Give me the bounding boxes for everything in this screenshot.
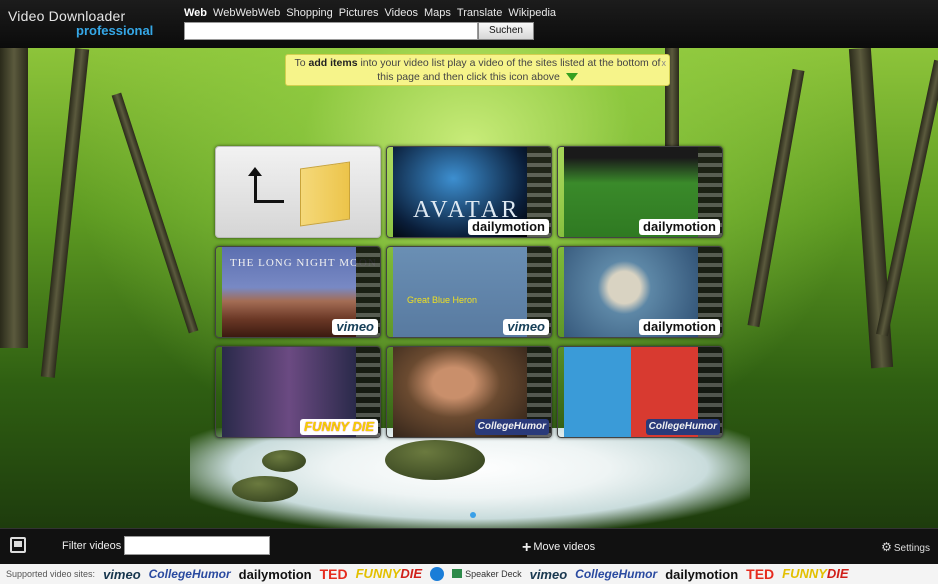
nav-pictures[interactable]: Pictures — [339, 7, 379, 19]
tree-trunk — [876, 59, 938, 337]
plus-icon: + — [522, 539, 532, 556]
tree-trunk — [0, 48, 28, 348]
site-badge: dailymotion — [468, 219, 549, 235]
circle-site-logo[interactable] — [430, 567, 445, 581]
rock — [385, 440, 485, 480]
back-folder-tile[interactable] — [215, 146, 381, 238]
site-badge: vimeo — [503, 319, 549, 335]
filter-videos-input[interactable] — [124, 536, 270, 555]
gallery-icon[interactable] — [10, 537, 26, 553]
up-arrow-icon — [254, 173, 284, 203]
search-input[interactable] — [184, 22, 478, 40]
up-arrow-head — [248, 167, 262, 176]
site-badge: vimeo — [332, 319, 378, 335]
vimeo-logo[interactable]: vimeo — [103, 567, 141, 582]
dailymotion-logo[interactable]: dailymotion — [239, 567, 312, 582]
down-arrow-icon — [565, 73, 578, 82]
nav-videos[interactable]: Videos — [385, 7, 418, 19]
site-badge: CollegeHumor — [645, 419, 720, 435]
video-tile[interactable]: AVATAR dailymotion — [386, 146, 552, 238]
vimeo-logo[interactable]: vimeo — [530, 567, 568, 582]
ted-logo[interactable]: TED — [320, 566, 348, 582]
app-title: Video Downloader — [8, 8, 126, 24]
bottom-toolbar: Filter videos + Move videos ⚙ Settings — [0, 528, 938, 564]
settings-button[interactable]: ⚙ Settings — [881, 540, 930, 554]
ted-logo[interactable]: TED — [746, 566, 774, 582]
nav-web[interactable]: Web — [184, 7, 207, 19]
notice-bold: add items — [308, 57, 358, 69]
rock — [232, 476, 298, 502]
site-badge: CollegeHumor — [474, 419, 549, 435]
collegehumor-logo[interactable]: CollegeHumor — [149, 567, 231, 581]
thumbnail-title: Great Blue Heron — [407, 295, 478, 305]
site-badge: dailymotion — [639, 219, 720, 235]
supported-sites-label: Supported video sites: — [6, 569, 96, 579]
funnyordie-logo[interactable]: FUNNYDIE — [782, 565, 848, 583]
thumbnail-title: THE LONG NIGHT MOON — [230, 257, 377, 269]
video-tile[interactable]: FUNNY DIE — [215, 346, 381, 438]
dailymotion-logo[interactable]: dailymotion — [665, 567, 738, 582]
site-badge: FUNNY DIE — [300, 419, 378, 435]
close-notice-button[interactable]: x — [662, 56, 667, 70]
video-tile[interactable]: CollegeHumor — [386, 346, 552, 438]
video-tile[interactable]: CollegeHumor — [557, 346, 723, 438]
move-videos-label: Move videos — [533, 541, 596, 553]
search-nav: Web WebWebWeb Shopping Pictures Videos M… — [184, 7, 556, 19]
nav-wikipedia[interactable]: Wikipedia — [508, 7, 556, 19]
gear-icon: ⚙ — [881, 540, 892, 554]
tree-trunk — [111, 92, 199, 334]
settings-label: Settings — [893, 543, 930, 554]
app-subtitle: professional — [76, 23, 154, 38]
video-tile[interactable]: Great Blue Heron vimeo — [386, 246, 552, 338]
rock — [262, 450, 306, 472]
site-badge: dailymotion — [639, 319, 720, 335]
nav-shopping[interactable]: Shopping — [286, 7, 333, 19]
video-tile[interactable]: THE LONG NIGHT MOON vimeo — [215, 246, 381, 338]
collegehumor-logo[interactable]: CollegeHumor — [575, 567, 657, 581]
funnyordie-logo[interactable]: FUNNYDIE — [356, 565, 422, 583]
speakerdeck-logo[interactable]: Speaker Deck — [452, 569, 522, 579]
search-button[interactable]: Suchen — [478, 22, 534, 40]
supported-sites-bar: Supported video sites: vimeo CollegeHumo… — [0, 564, 938, 584]
page-indicator-dot[interactable] — [470, 512, 476, 518]
header: Video Downloader professional Web WebWeb… — [0, 0, 938, 48]
add-items-notice: To add items into your video list play a… — [285, 54, 670, 86]
filter-label: Filter videos — [62, 540, 122, 552]
nav-webwebweb[interactable]: WebWebWeb — [213, 7, 280, 19]
tree-trunk — [40, 48, 90, 378]
nav-maps[interactable]: Maps — [424, 7, 451, 19]
video-tile[interactable]: dailymotion — [557, 246, 723, 338]
folder-icon — [300, 161, 350, 227]
tree-trunk — [747, 68, 805, 328]
move-videos-button[interactable]: + Move videos — [522, 539, 595, 557]
nav-translate[interactable]: Translate — [457, 7, 502, 19]
video-tile[interactable]: dailymotion — [557, 146, 723, 238]
